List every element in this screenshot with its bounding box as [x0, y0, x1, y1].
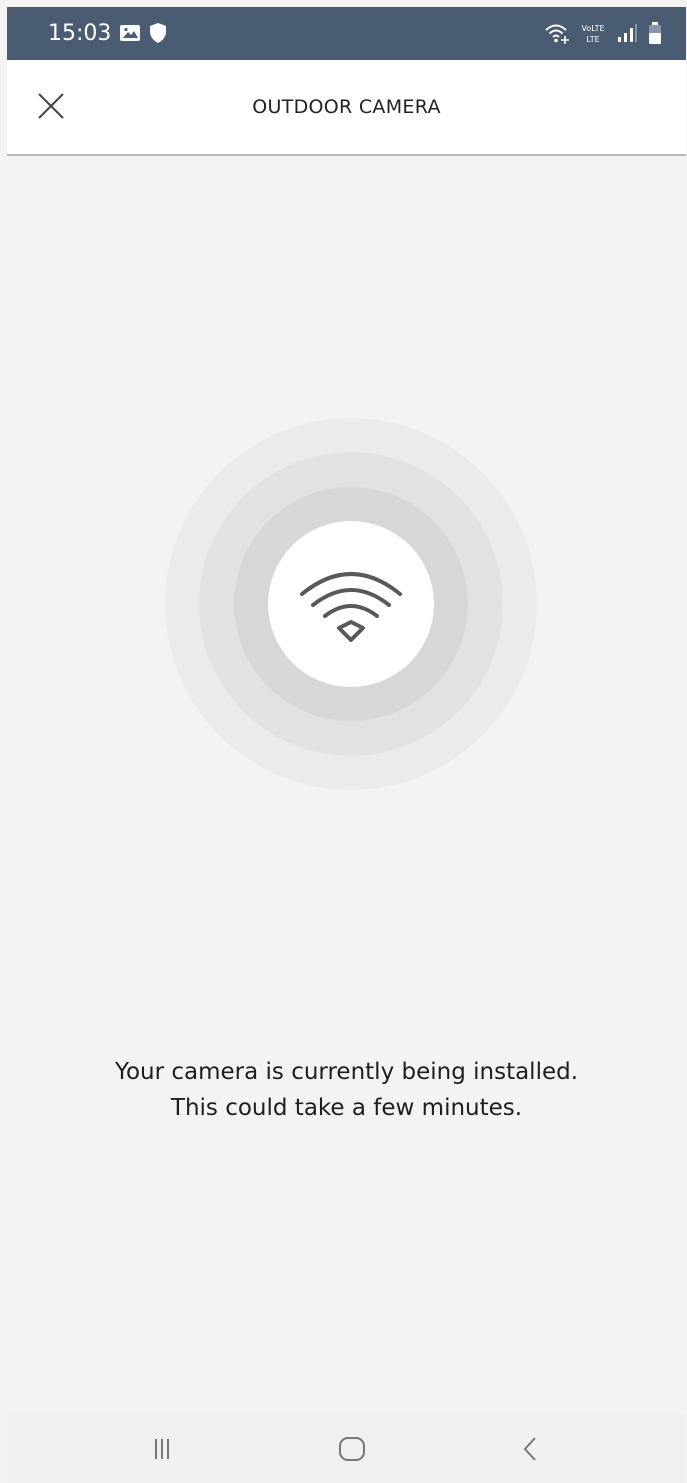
signal-icon [616, 22, 638, 44]
volte-icon: VoLTE LTE [580, 21, 606, 45]
volte-label: VoLTE [581, 24, 604, 33]
connection-indicator [165, 418, 537, 790]
app-bar: OUTDOOR CAMERA [7, 60, 686, 156]
recents-icon [155, 1439, 169, 1459]
home-button[interactable] [332, 1432, 372, 1466]
page-title: OUTDOOR CAMERA [252, 96, 441, 118]
status-right-icons: VoLTE LTE [544, 19, 662, 47]
message-line-2: This could take a few minutes. [170, 1095, 523, 1121]
gallery-icon [119, 23, 141, 43]
shield-icon [149, 22, 167, 44]
back-icon [523, 1437, 536, 1461]
installing-message: Your camera is currently being installed… [7, 1054, 686, 1126]
message-line-1: Your camera is currently being installed… [114, 1059, 579, 1085]
screen: 15:03 VoLTE LTE OUTDOOR CAMERA Your came… [0, 0, 687, 1483]
status-time: 15:03 [48, 21, 112, 46]
status-bar: 15:03 VoLTE LTE [7, 7, 686, 60]
status-left-icons [119, 21, 167, 45]
home-icon [339, 1437, 365, 1461]
wifi-calling-icon [544, 21, 570, 45]
battery-icon [648, 21, 662, 45]
recents-button[interactable] [142, 1432, 182, 1466]
navigation-bar [7, 1414, 686, 1483]
svg-text:LTE: LTE [586, 35, 599, 44]
main-content: Your camera is currently being installed… [7, 156, 686, 1414]
wifi-icon [300, 572, 402, 642]
back-button[interactable] [511, 1432, 551, 1466]
